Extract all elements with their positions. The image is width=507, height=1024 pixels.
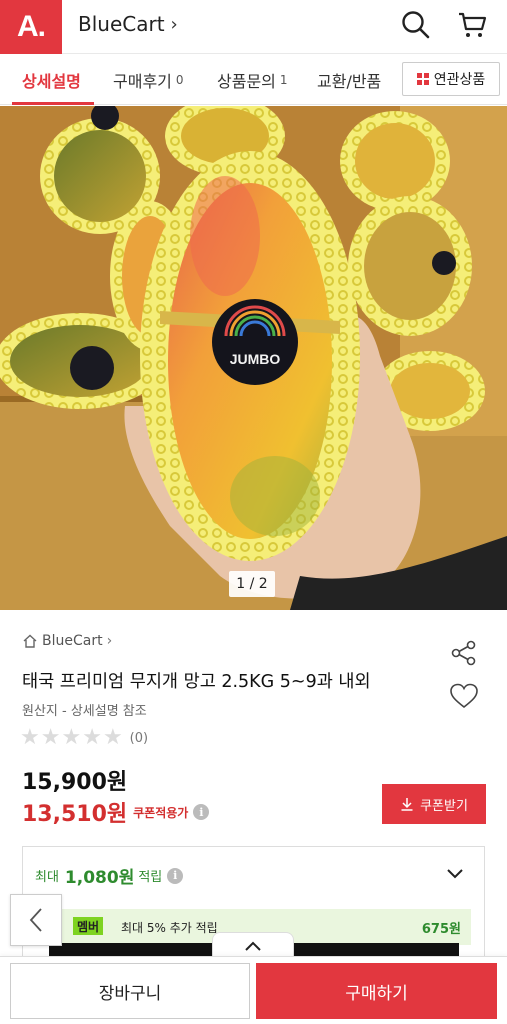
- info-icon[interactable]: i: [193, 804, 210, 820]
- app-header: A. BlueCart ›: [0, 0, 507, 54]
- share-icon[interactable]: [449, 640, 479, 666]
- points-summary[interactable]: 최대 1,080원 적립 i: [35, 863, 184, 888]
- heart-icon[interactable]: [449, 682, 479, 710]
- tab-label: 교환/반품: [317, 72, 382, 91]
- coupon-download-button[interactable]: 쿠폰받기: [382, 784, 486, 824]
- purchase-bar: 장바구니 구매하기: [0, 956, 507, 1024]
- app-logo[interactable]: A.: [0, 0, 62, 54]
- tab-inquiry[interactable]: 상품문의 1: [217, 55, 288, 105]
- info-icon[interactable]: i: [167, 867, 184, 884]
- points-suffix: 적립: [138, 870, 163, 885]
- download-icon: [401, 798, 413, 811]
- chevron-right-icon: ›: [170, 13, 178, 35]
- star-icon: ★: [61, 725, 82, 750]
- expand-options-tab[interactable]: [212, 932, 294, 958]
- chevron-left-icon: [29, 908, 42, 932]
- coupon-price-label: 쿠폰적용가: [133, 805, 189, 820]
- chevron-up-icon: [245, 941, 261, 951]
- jumbo-sticker-text: JUMBO: [230, 351, 281, 367]
- sale-price: 13,510원: [22, 802, 128, 827]
- chevron-right-icon: ›: [106, 633, 113, 649]
- review-count: (0): [129, 730, 149, 746]
- product-image[interactable]: JUMBO: [0, 106, 507, 610]
- points-amount: 1,080원: [64, 868, 135, 888]
- star-icon: ★: [40, 725, 61, 750]
- home-icon: [23, 634, 37, 648]
- member-benefit-text: 최대 5% 추가 적립: [121, 921, 218, 935]
- tab-label: 상품문의: [217, 72, 276, 91]
- related-products-button[interactable]: 연관상품: [402, 62, 500, 96]
- rating-stars[interactable]: ★ ★ ★ ★ ★ (0): [20, 726, 148, 750]
- tab-label: 구매후기: [113, 72, 172, 91]
- breadcrumb-store: BlueCart: [42, 633, 103, 649]
- cart-icon[interactable]: [456, 9, 488, 41]
- image-counter: 1 / 2: [229, 571, 275, 597]
- active-tab-indicator: [12, 102, 94, 105]
- tab-label: 상세설명: [22, 72, 81, 91]
- mango-photo: JUMBO: [0, 106, 507, 610]
- back-button[interactable]: [10, 894, 62, 946]
- tab-reviews[interactable]: 구매후기 0: [113, 55, 184, 105]
- sale-price-row: 13,510원 쿠폰적용가 i: [22, 796, 210, 828]
- related-products-label: 연관상품: [433, 72, 486, 88]
- tab-count: 0: [175, 73, 184, 87]
- chevron-down-icon[interactable]: [445, 867, 465, 881]
- star-icon: ★: [20, 725, 40, 750]
- grid-icon: [416, 73, 429, 85]
- star-icon: ★: [82, 725, 102, 750]
- tab-detail[interactable]: 상세설명: [22, 55, 81, 105]
- coupon-button-label: 쿠폰받기: [420, 797, 468, 813]
- member-badge: 멤버: [73, 917, 104, 935]
- store-breadcrumb[interactable]: BlueCart ›: [22, 630, 112, 652]
- store-link[interactable]: BlueCart ›: [78, 10, 178, 38]
- points-prefix: 최대: [35, 870, 59, 885]
- tab-exchange[interactable]: 교환/반품: [317, 55, 381, 105]
- original-price: 15,900원: [22, 770, 128, 795]
- tab-count: 1: [279, 73, 288, 87]
- member-benefit-amount: 675원: [421, 922, 461, 937]
- search-icon[interactable]: [400, 9, 432, 41]
- star-icon: ★: [102, 725, 123, 750]
- add-to-cart-button[interactable]: 장바구니: [10, 963, 250, 1019]
- product-origin: 원산지 - 상세설명 참조: [22, 704, 147, 719]
- buy-now-button[interactable]: 구매하기: [256, 963, 497, 1019]
- product-title: 태국 프리미엄 무지개 망고 2.5KG 5~9과 내외: [22, 672, 371, 692]
- store-name: BlueCart: [78, 12, 165, 36]
